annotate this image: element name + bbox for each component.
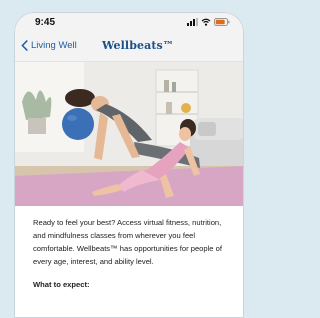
nav-bar: Living Well Wellbeats™ — [14, 32, 244, 62]
phone-screen: 9:45 Living Well Wellbeats™ Ready to fee… — [14, 12, 244, 318]
chevron-left-icon — [21, 40, 28, 51]
wifi-icon — [201, 18, 211, 26]
yoga-photo — [14, 62, 244, 206]
back-label: Living Well — [31, 40, 77, 51]
intro-text: Ready to feel your best? Access virtual … — [33, 218, 222, 267]
signal-icon — [187, 18, 198, 26]
back-button[interactable]: Living Well — [21, 40, 77, 51]
section-heading: What to expect: — [33, 280, 90, 290]
battery-icon — [214, 18, 230, 26]
content-area: Ready to feel your best? Access virtual … — [14, 206, 244, 291]
status-bar: 9:45 — [14, 12, 244, 32]
page-title: Wellbeats™ — [102, 39, 174, 52]
status-time: 9:45 — [35, 17, 56, 28]
status-icons — [187, 18, 230, 26]
